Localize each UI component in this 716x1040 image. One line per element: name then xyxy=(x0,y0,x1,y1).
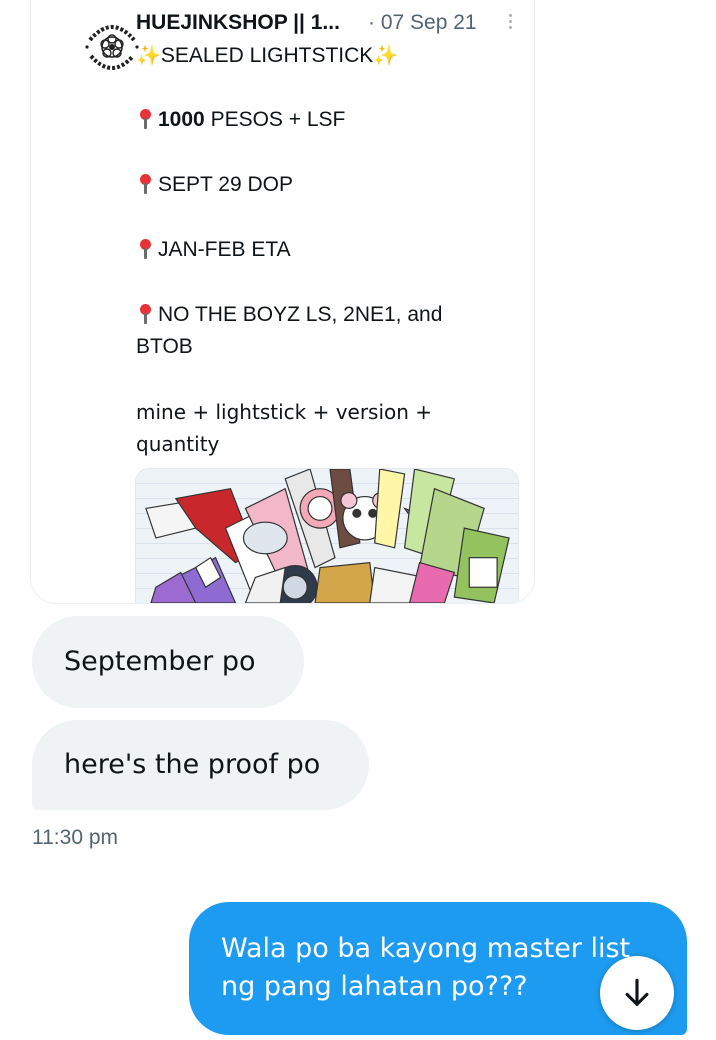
tweet-author[interactable]: HUEJINKSHOP || 1... xyxy=(136,11,340,35)
lightsticks-collage xyxy=(145,469,510,603)
message-text: September po xyxy=(64,646,256,677)
shop-avatar[interactable] xyxy=(81,16,143,78)
round-pushpin-icon xyxy=(136,303,154,325)
sparkles-icon: ✨ xyxy=(136,45,161,67)
arrow-down-icon xyxy=(625,978,649,1006)
tweet-header: HUEJINKSHOP || 1... · 07 Sep 21 xyxy=(136,9,526,39)
exclusions-text: NO THE BOYZ LS, 2NE1, and xyxy=(158,303,443,326)
scroll-to-bottom-button[interactable] xyxy=(600,956,674,1030)
message-text-line-2: ng pang lahatan po??? xyxy=(221,971,528,1002)
lightsticks-image[interactable] xyxy=(135,468,519,603)
round-pushpin-icon xyxy=(136,173,154,195)
more-options-icon[interactable] xyxy=(505,12,515,34)
message-bubble-incoming[interactable]: September po xyxy=(32,616,304,708)
message-text-line-1: Wala po ba kayong master list xyxy=(221,933,631,964)
order-format-line-1: mine + lightstick + version + xyxy=(136,400,433,424)
eta-text: JAN-FEB ETA xyxy=(158,238,291,261)
order-format-line-2: quantity xyxy=(136,432,220,456)
round-pushpin-icon xyxy=(136,108,154,130)
price-amount: 1000 xyxy=(158,108,205,131)
bullet-exclusions: NO THE BOYZ LS, 2NE1, and xyxy=(136,299,442,331)
bullet-eta: JAN-FEB ETA xyxy=(136,234,291,266)
bullet-price: 1000 PESOS + LSF xyxy=(136,104,345,136)
message-bubble-incoming[interactable]: here's the proof po xyxy=(32,720,369,810)
message-text: here's the proof po xyxy=(64,749,321,780)
tweet-title-line: ✨SEALED LIGHTSTICK✨ xyxy=(136,40,398,72)
sparkles-icon: ✨ xyxy=(373,45,399,67)
dop-text: SEPT 29 DOP xyxy=(158,173,294,196)
bullet-dop: SEPT 29 DOP xyxy=(136,169,293,201)
tweet-title: SEALED LIGHTSTICK xyxy=(160,44,374,67)
price-text: PESOS + LSF xyxy=(210,108,346,131)
tweet-date: · 07 Sep 21 xyxy=(368,11,477,34)
round-pushpin-icon xyxy=(136,238,154,260)
quoted-tweet-card[interactable]: HUEJINKSHOP || 1... · 07 Sep 21 ✨SEALED … xyxy=(30,0,535,604)
exclusions-text-continued: BTOB xyxy=(136,335,193,358)
message-timestamp: 11:30 pm xyxy=(32,826,118,849)
shop-logo-icon xyxy=(83,18,141,76)
